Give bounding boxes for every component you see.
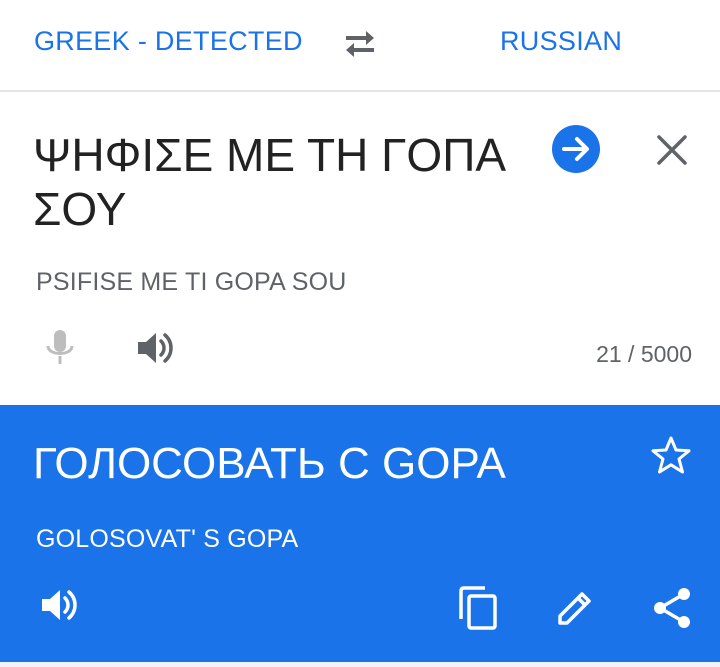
source-language-button[interactable]: GREEK - DETECTED (34, 26, 303, 57)
source-text-input[interactable]: ΨΗΦΙΣΕ ΜΕ ΤΗ ΓΟΠΑ ΣΟΥ (33, 128, 533, 236)
speaker-icon[interactable] (38, 585, 82, 625)
edit-icon[interactable] (554, 587, 596, 629)
copy-icon[interactable] (457, 585, 501, 631)
swap-arrows-icon[interactable] (338, 24, 382, 64)
language-bar: GREEK - DETECTED RUSSIAN (0, 0, 720, 92)
translation-text: ГОЛОСОВАТЬ С GOPA (33, 439, 506, 488)
share-icon[interactable] (650, 585, 694, 631)
speaker-icon[interactable] (134, 328, 178, 368)
mic-icon[interactable] (42, 328, 78, 368)
close-icon[interactable] (654, 132, 690, 168)
translate-go-button[interactable] (552, 125, 600, 173)
star-icon[interactable] (650, 434, 692, 476)
character-counter: 21 / 5000 (596, 341, 692, 367)
source-transliteration: PSIFISE ME TI GOPA SOU (36, 268, 347, 296)
arrow-forward-icon (562, 137, 589, 161)
source-input-area[interactable]: ΨΗΦΙΣΕ ΜΕ ΤΗ ΓΟΠΑ ΣΟΥ PSIFISE ME TI GOPA… (0, 92, 720, 405)
translation-transliteration: GOLOSOVAT' S GOPA (36, 525, 299, 553)
target-language-button[interactable]: RUSSIAN (500, 26, 622, 57)
bottom-divider (0, 662, 720, 667)
translation-result-card: ГОЛОСОВАТЬ С GOPA GOLOSOVAT' S GOPA (0, 405, 720, 662)
